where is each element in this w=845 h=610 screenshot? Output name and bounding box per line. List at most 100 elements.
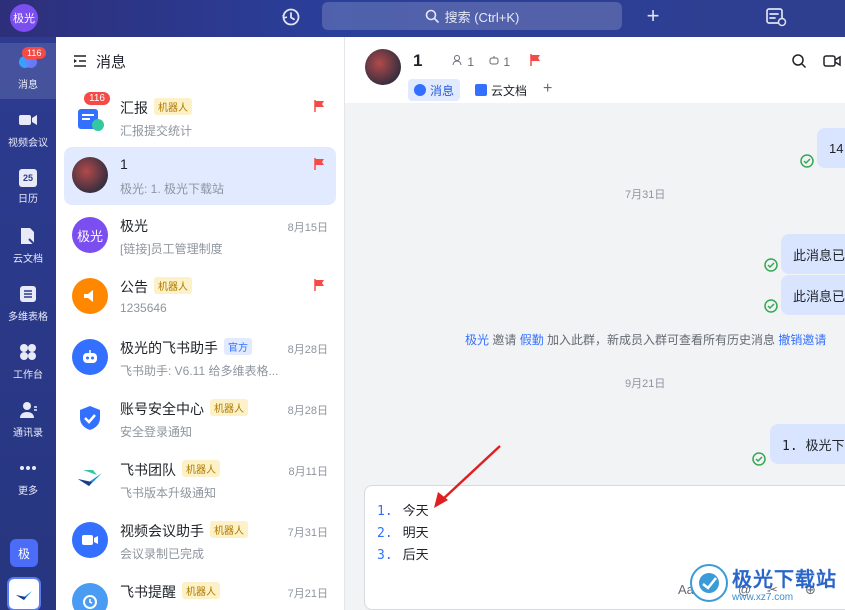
tab-label: 消息 bbox=[430, 83, 455, 98]
contacts-icon bbox=[17, 399, 39, 421]
chat-preview: [链接]员工管理制度 bbox=[120, 242, 223, 256]
chat-item-feishu-team[interactable]: 飞书团队 机器人 飞书版本升级通知 8月11日 bbox=[64, 451, 336, 509]
composer-line: 2. 明天 bbox=[377, 522, 429, 541]
message-bubble[interactable]: 此消息已 bbox=[781, 275, 845, 315]
flag-icon[interactable] bbox=[312, 157, 326, 176]
bot-tag: 机器人 bbox=[154, 98, 192, 115]
chat-name-text: 视频会议助手 bbox=[120, 523, 204, 539]
nav-label-calendar: 日历 bbox=[18, 194, 38, 205]
chat-date: 8月28日 bbox=[287, 405, 328, 417]
history-icon[interactable] bbox=[280, 6, 302, 28]
nav-item-bitable[interactable]: 多维表格 bbox=[0, 275, 56, 331]
cloud-doc-icon bbox=[17, 225, 39, 247]
robot-icon bbox=[489, 56, 499, 65]
invitee-link[interactable]: 假勤 bbox=[520, 333, 544, 347]
chat-date: 8月15日 bbox=[287, 222, 328, 234]
chat-item-group-1[interactable]: 1 极光: 1. 极光下载站 bbox=[64, 147, 336, 205]
search-input[interactable]: 搜索 (Ctrl+K) bbox=[322, 2, 622, 30]
tab-messages[interactable]: 消息 bbox=[408, 79, 461, 101]
revoke-invite-link[interactable]: 撤销邀请 bbox=[778, 333, 826, 347]
more-dots-icon bbox=[17, 457, 39, 479]
add-tab-button[interactable]: + bbox=[543, 80, 552, 98]
list-number: 3. bbox=[377, 548, 393, 563]
watermark: 极光下载站 www.xz7.com bbox=[690, 556, 845, 610]
nav-item-video-meeting[interactable]: 视频会议 bbox=[0, 101, 56, 157]
read-check-icon bbox=[764, 299, 778, 313]
bot-tag: 机器人 bbox=[210, 521, 248, 538]
nav-item-messages[interactable]: 消息 116 bbox=[0, 43, 56, 99]
feishu-logo-icon[interactable] bbox=[7, 577, 41, 610]
chat-name-text: 1 bbox=[120, 156, 128, 172]
chat-panel: 1 1 1 消息 云文档 + 14 7月31日 此消息已 此消息已 极光 邀请 … bbox=[345, 37, 845, 610]
calendar-day: 25 bbox=[22, 173, 33, 183]
date-separator: 7月31日 bbox=[625, 189, 666, 201]
watermark-url: www.xz7.com bbox=[732, 592, 794, 603]
chat-item-security[interactable]: 账号安全中心 机器人 安全登录通知 8月28日 bbox=[64, 390, 336, 448]
annotation-arrow bbox=[434, 445, 501, 508]
nav-item-contacts[interactable]: 通讯录 bbox=[0, 391, 56, 447]
member-count-value: 1 bbox=[467, 55, 475, 69]
collapse-list-icon[interactable] bbox=[72, 53, 88, 69]
chat-preview: 汇报提交统计 bbox=[120, 124, 193, 138]
read-check-icon bbox=[752, 452, 766, 466]
list-text: 明天 bbox=[402, 525, 429, 540]
nav-label-workspace: 工作台 bbox=[13, 370, 43, 381]
nav-label-contacts: 通讯录 bbox=[13, 428, 43, 439]
nav-item-cloud-docs[interactable]: 云文档 bbox=[0, 217, 56, 273]
nav-label-bitable: 多维表格 bbox=[8, 312, 48, 323]
search-icon[interactable] bbox=[791, 53, 807, 74]
chat-name-text: 汇报 bbox=[120, 100, 148, 116]
feishu-logo-icon bbox=[72, 461, 108, 497]
calendar-icon: 25 bbox=[19, 169, 37, 187]
message-bubble[interactable]: 1. 极光下 bbox=[770, 424, 845, 464]
video-camera-icon bbox=[72, 522, 108, 558]
chat-date: 8月11日 bbox=[288, 466, 328, 478]
chat-preview: 会议录制已完成 bbox=[120, 547, 205, 561]
message-bubble[interactable]: 此消息已 bbox=[781, 234, 845, 274]
chat-name: 极光的飞书助手 官方 bbox=[120, 338, 252, 358]
member-count[interactable]: 1 bbox=[452, 54, 474, 69]
unread-badge: 116 bbox=[84, 92, 110, 105]
message-bubble[interactable]: 14 bbox=[817, 128, 845, 168]
chat-name-text: 飞书团队 bbox=[120, 462, 176, 478]
members-icon bbox=[452, 55, 462, 66]
chat-item-reminder[interactable]: 飞书提醒 机器人 7月21日 bbox=[64, 573, 336, 610]
list-number: 1. bbox=[377, 504, 393, 519]
chat-item-meeting-assistant[interactable]: 视频会议助手 机器人 会议录制已完成 7月31日 bbox=[64, 512, 336, 570]
chat-item-assistant[interactable]: 极光的飞书助手 官方 飞书助手: V6.11 给多维表格... 8月28日 bbox=[64, 329, 336, 387]
chat-title[interactable]: 1 bbox=[413, 51, 422, 71]
chat-item-jiguang[interactable]: 极光 极光 [链接]员工管理制度 8月15日 bbox=[64, 207, 336, 265]
chat-date: 8月28日 bbox=[287, 344, 328, 356]
chat-name: 公告 机器人 bbox=[120, 277, 192, 297]
nav-item-more[interactable]: 更多 bbox=[0, 449, 56, 505]
nav-item-workspace[interactable]: 工作台 bbox=[0, 333, 56, 389]
video-call-icon[interactable] bbox=[823, 53, 841, 74]
group-avatar[interactable] bbox=[365, 49, 401, 85]
search-icon bbox=[425, 9, 439, 23]
chat-name: 飞书团队 机器人 bbox=[120, 460, 220, 480]
chat-date: 7月21日 bbox=[287, 588, 328, 600]
chat-item-report[interactable]: 116 汇报 机器人 汇报提交统计 bbox=[64, 89, 336, 147]
watermark-logo-icon bbox=[690, 564, 728, 602]
message-list-title: 消息 bbox=[96, 53, 127, 71]
flag-icon[interactable] bbox=[312, 278, 326, 297]
nav-item-calendar[interactable]: 25 日历 bbox=[0, 159, 56, 215]
nav-label-docs: 云文档 bbox=[13, 254, 43, 265]
flag-icon[interactable] bbox=[312, 99, 326, 118]
date-separator: 9月21日 bbox=[625, 378, 666, 390]
bot-tag: 机器人 bbox=[210, 399, 248, 416]
bot-count-value: 1 bbox=[503, 55, 511, 69]
flag-icon[interactable] bbox=[528, 53, 542, 72]
chat-item-announcement[interactable]: 公告 机器人 1235646 bbox=[64, 268, 336, 326]
user-avatar[interactable]: 极光 bbox=[10, 4, 38, 32]
inviter-link[interactable]: 极光 bbox=[465, 333, 489, 347]
create-plus-button[interactable]: + bbox=[640, 4, 666, 30]
tab-cloud-docs[interactable]: 云文档 bbox=[469, 79, 533, 101]
bot-count[interactable]: 1 bbox=[488, 54, 510, 69]
watermark-title: 极光下载站 bbox=[732, 569, 837, 591]
chat-name: 飞书提醒 机器人 bbox=[120, 582, 220, 602]
bot-tag: 机器人 bbox=[154, 277, 192, 294]
task-notice-icon[interactable] bbox=[764, 5, 788, 29]
chat-name-text: 账号安全中心 bbox=[120, 401, 204, 417]
tenant-avatar[interactable]: 极 bbox=[10, 539, 38, 567]
